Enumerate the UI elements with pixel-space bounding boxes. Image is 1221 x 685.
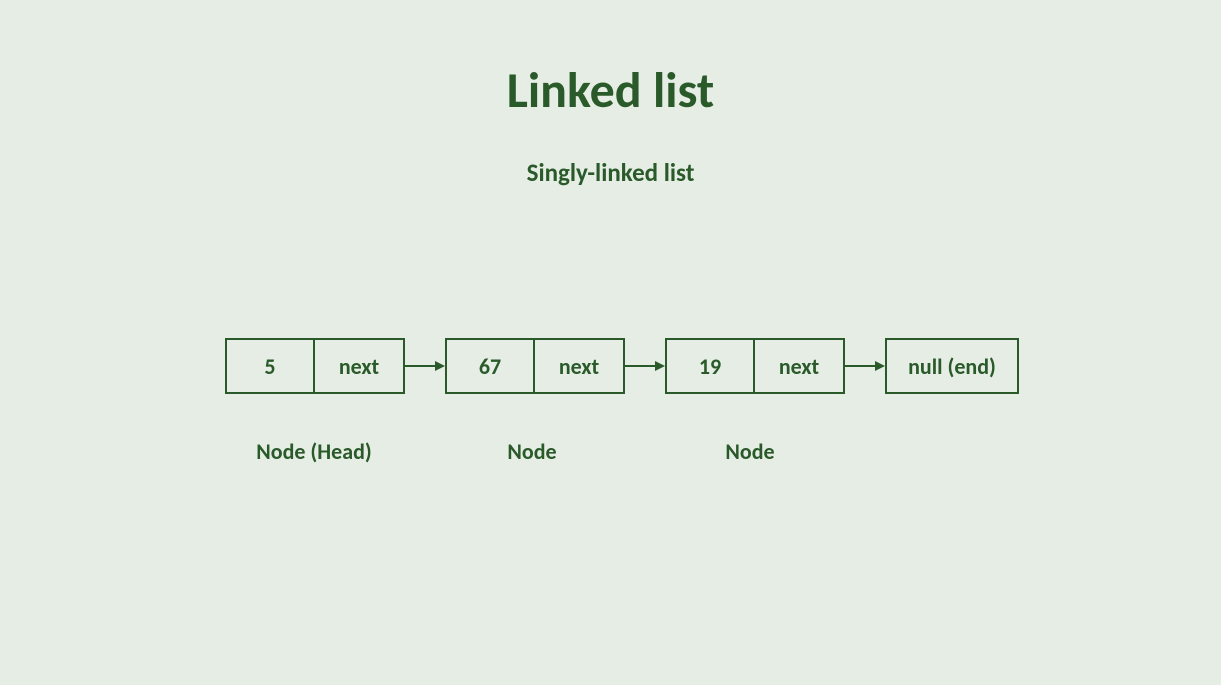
linked-list-row: 5 next 67 next 19 next xyxy=(225,338,1019,394)
arrow-icon xyxy=(625,356,665,376)
node-next-cell: next xyxy=(535,340,623,392)
node-caption: Node (Head) xyxy=(225,438,403,465)
node-labels-row: Node (Head) Node Node xyxy=(225,438,839,465)
node-caption: Node xyxy=(443,438,621,465)
node-next-cell: next xyxy=(755,340,843,392)
arrow-icon xyxy=(405,356,445,376)
diagram-title: Linked list xyxy=(0,60,1221,121)
diagram-canvas: Linked list Singly-linked list 5 next 67… xyxy=(0,0,1221,685)
node-value-cell: 67 xyxy=(447,340,535,392)
arrow-icon xyxy=(845,356,885,376)
diagram-subtitle: Singly-linked list xyxy=(0,157,1221,188)
null-terminator: null (end) xyxy=(885,338,1019,394)
node-value-cell: 5 xyxy=(227,340,315,392)
node-caption: Node xyxy=(661,438,839,465)
list-node: 67 next xyxy=(445,338,625,394)
list-node: 19 next xyxy=(665,338,845,394)
list-node: 5 next xyxy=(225,338,405,394)
node-value-cell: 19 xyxy=(667,340,755,392)
node-next-cell: next xyxy=(315,340,403,392)
